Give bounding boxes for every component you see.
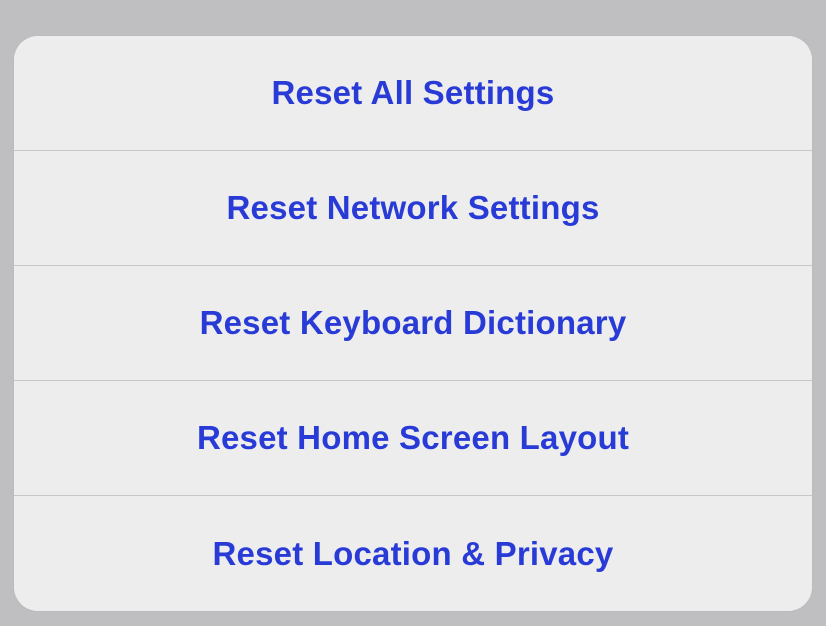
menu-item-label: Reset All Settings — [272, 74, 555, 112]
reset-home-screen-layout-button[interactable]: Reset Home Screen Layout — [14, 381, 812, 496]
reset-options-sheet: Reset All Settings Reset Network Setting… — [14, 36, 812, 611]
reset-network-settings-button[interactable]: Reset Network Settings — [14, 151, 812, 266]
reset-all-settings-button[interactable]: Reset All Settings — [14, 36, 812, 151]
menu-item-label: Reset Keyboard Dictionary — [200, 304, 627, 342]
reset-location-privacy-button[interactable]: Reset Location & Privacy — [14, 496, 812, 611]
reset-keyboard-dictionary-button[interactable]: Reset Keyboard Dictionary — [14, 266, 812, 381]
menu-item-label: Reset Network Settings — [227, 189, 600, 227]
menu-item-label: Reset Location & Privacy — [213, 535, 614, 573]
menu-item-label: Reset Home Screen Layout — [197, 419, 629, 457]
